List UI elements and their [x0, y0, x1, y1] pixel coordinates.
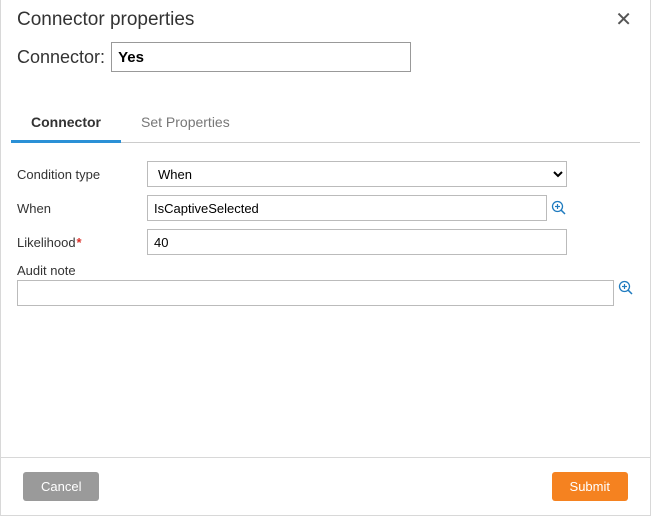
tab-connector[interactable]: Connector: [11, 104, 121, 143]
condition-type-label: Condition type: [17, 167, 147, 182]
audit-note-input[interactable]: [17, 280, 614, 306]
row-condition-type: Condition type When: [17, 161, 634, 187]
dialog-header: Connector properties ✕: [1, 0, 650, 38]
connector-label: Connector:: [17, 47, 105, 68]
magnify-plus-icon[interactable]: [551, 200, 567, 216]
row-likelihood: Likelihood*: [17, 229, 634, 255]
submit-button[interactable]: Submit: [552, 472, 628, 501]
row-audit-note: Audit note: [17, 263, 634, 306]
when-label: When: [17, 201, 147, 216]
connector-name-row: Connector:: [1, 38, 650, 86]
audit-note-label: Audit note: [17, 263, 634, 278]
connector-properties-dialog: Connector properties ✕ Connector: Connec…: [0, 0, 651, 516]
tab-bar: Connector Set Properties: [11, 104, 640, 143]
row-when: When: [17, 195, 634, 221]
form-area: Condition type When When Likelihood*: [1, 143, 650, 457]
when-input[interactable]: [147, 195, 547, 221]
close-icon[interactable]: ✕: [611, 8, 636, 32]
tab-set-properties[interactable]: Set Properties: [121, 104, 250, 143]
likelihood-input[interactable]: [147, 229, 567, 255]
dialog-title: Connector properties: [17, 9, 194, 31]
dialog-footer: Cancel Submit: [1, 457, 650, 515]
magnify-plus-icon[interactable]: [618, 280, 634, 296]
condition-type-select[interactable]: When: [147, 161, 567, 187]
likelihood-label: Likelihood*: [17, 235, 147, 250]
connector-name-input[interactable]: [111, 42, 411, 72]
cancel-button[interactable]: Cancel: [23, 472, 99, 501]
